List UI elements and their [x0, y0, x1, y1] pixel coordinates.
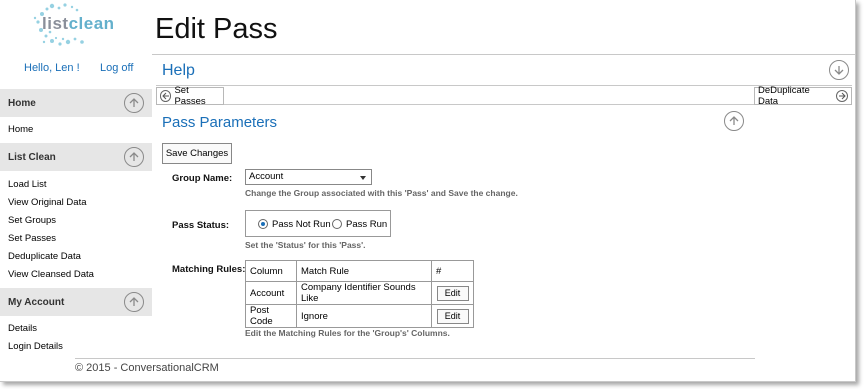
- sidebar-item-details[interactable]: Details: [8, 323, 37, 334]
- group-name-label: Group Name:: [172, 173, 233, 184]
- cell-column: Account: [245, 281, 297, 305]
- footer-divider: [75, 358, 755, 359]
- sidebar-item-set-passes[interactable]: Set Passes: [8, 233, 56, 244]
- table-row: Post Code Ignore Edit: [245, 304, 474, 328]
- greeting-link[interactable]: Hello, Len !: [24, 62, 80, 74]
- sidebar-item-load-list[interactable]: Load List: [8, 179, 47, 190]
- sidebar-item-deduplicate-data[interactable]: Deduplicate Data: [8, 251, 81, 262]
- cell-match-rule: Ignore: [296, 304, 432, 328]
- cell-column: Post Code: [245, 304, 297, 328]
- column-header: Column: [245, 260, 297, 282]
- radio-label-pass-not-run[interactable]: Pass Not Run: [272, 219, 331, 230]
- save-changes-button[interactable]: Save Changes: [162, 143, 232, 164]
- matching-rules-table: Column Match Rule # Account Company Iden…: [245, 260, 474, 328]
- next-step-button[interactable]: DeDuplicate Data: [754, 85, 852, 107]
- help-toggle[interactable]: Help: [162, 62, 195, 80]
- page-title: Edit Pass: [155, 13, 278, 45]
- section-header-home[interactable]: Home: [0, 89, 152, 117]
- wizard-nav-bar: Set Passes DeDuplicate Data: [156, 85, 852, 107]
- pass-status-radio-group: Pass Not Run Pass Run: [245, 210, 391, 237]
- sidebar: listclean Hello, Len ! Log off Home Home…: [0, 0, 152, 381]
- group-name-hint: Change the Group associated with this 'P…: [245, 188, 518, 198]
- arrow-right-circle-icon: [836, 90, 848, 102]
- arrow-up-circle-icon[interactable]: [124, 93, 144, 113]
- table-row: Account Company Identifier Sounds Like E…: [245, 281, 474, 305]
- sidebar-item-home[interactable]: Home: [8, 124, 33, 135]
- cell-match-rule: Company Identifier Sounds Like: [296, 281, 432, 305]
- prev-step-button[interactable]: Set Passes: [156, 85, 224, 107]
- column-header: Match Rule: [296, 260, 432, 282]
- pass-status-label: Pass Status:: [172, 220, 230, 231]
- column-header: #: [431, 260, 474, 282]
- table-header-row: Column Match Rule #: [245, 260, 474, 282]
- radio-pass-not-run[interactable]: [258, 219, 268, 229]
- section-title-pass-parameters: Pass Parameters: [162, 114, 278, 131]
- logo-wordmark[interactable]: listclean: [42, 14, 115, 34]
- chevron-down-icon: [360, 176, 366, 180]
- arrow-left-circle-icon: [160, 90, 172, 102]
- pass-status-hint: Set the 'Status' for this 'Pass'.: [245, 240, 366, 250]
- sidebar-item-login-details[interactable]: Login Details: [8, 341, 63, 352]
- title-divider: [152, 54, 855, 55]
- logoff-link[interactable]: Log off: [100, 62, 133, 74]
- arrow-up-circle-icon[interactable]: [124, 292, 144, 312]
- section-header-my-account[interactable]: My Account: [0, 288, 152, 316]
- section-header-list-clean[interactable]: List Clean: [0, 143, 152, 171]
- radio-label-pass-run[interactable]: Pass Run: [346, 219, 387, 230]
- sidebar-item-set-groups[interactable]: Set Groups: [8, 215, 56, 226]
- matching-rules-hint: Edit the Matching Rules for the 'Group's…: [245, 328, 450, 338]
- edit-rule-button[interactable]: Edit: [436, 285, 469, 301]
- sidebar-item-view-cleansed-data[interactable]: View Cleansed Data: [8, 269, 94, 280]
- footer-copyright: © 2015 - ConversationalCRM: [75, 362, 219, 374]
- app-frame: listclean Hello, Len ! Log off Home Home…: [0, 0, 856, 382]
- sidebar-item-view-original-data[interactable]: View Original Data: [8, 197, 87, 208]
- arrow-up-circle-icon[interactable]: [724, 111, 744, 131]
- arrow-up-circle-icon[interactable]: [124, 147, 144, 167]
- group-name-select[interactable]: Account: [245, 169, 372, 185]
- radio-pass-run[interactable]: [332, 219, 342, 229]
- edit-rule-button[interactable]: Edit: [436, 308, 469, 324]
- matching-rules-label: Matching Rules:: [172, 264, 246, 275]
- arrow-down-circle-icon[interactable]: [829, 60, 849, 80]
